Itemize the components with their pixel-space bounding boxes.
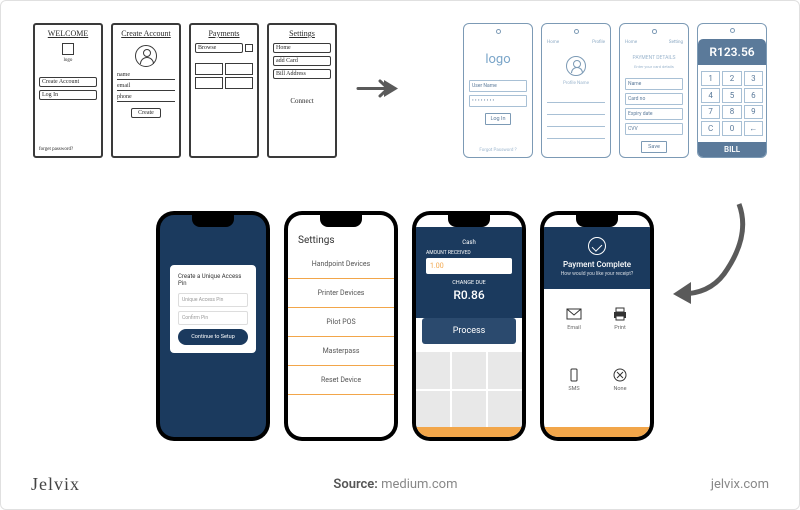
pin-card: Create a Unique Access Pin Unique Access… — [170, 265, 256, 353]
bottom-bar — [416, 427, 522, 437]
receipt-sms: SMS — [566, 368, 582, 409]
key-0: 0 — [722, 121, 741, 136]
key-6: 6 — [744, 88, 763, 103]
sketch-logo-box — [62, 43, 74, 55]
sketch-forgot-link: forget password? — [39, 147, 97, 152]
settings-item: Masterpass — [288, 337, 394, 366]
settings-item: Printer Devices — [288, 279, 394, 308]
settings-item: Reset Device — [288, 366, 394, 395]
key-2: 2 — [722, 71, 741, 86]
wire-amount: R123.56 — [698, 39, 766, 65]
settings-item: Handpoint Devices — [288, 250, 394, 279]
key-7: 7 — [701, 105, 720, 120]
key-9: 9 — [744, 105, 763, 120]
wire-logo: logo — [469, 52, 527, 67]
receipt-email: Email — [566, 307, 582, 348]
phone-mockups-row: Create a Unique Access Pin Unique Access… — [156, 211, 654, 441]
receipt-print: Print — [612, 307, 628, 348]
key-8: 8 — [722, 105, 741, 120]
key-4: 4 — [701, 88, 720, 103]
receipt-none: None — [612, 368, 628, 409]
site-url: jelvix.com — [711, 477, 769, 492]
arrow-right-icon — [356, 76, 401, 101]
sketch-settings: Settings Home add Card Bill Address Conn… — [267, 23, 337, 158]
sketch-btn-create: Create Account — [39, 77, 97, 87]
user-icon — [135, 45, 157, 67]
sketch-payments: Payments Browse — [189, 23, 259, 158]
settings-item: Pilot POS — [288, 308, 394, 337]
phone-icon — [566, 368, 582, 382]
phone-payment-complete: Payment Complete How would you like your… — [540, 211, 654, 441]
key-back: ← — [744, 121, 763, 136]
arrow-curve-icon — [669, 196, 759, 306]
checkmark-icon — [588, 237, 606, 255]
settings-title: Settings — [288, 227, 394, 250]
sketch-btn-login: Log In — [39, 90, 97, 100]
wire-keypad: R123.56 1 2 3 4 5 6 7 8 9 C 0 ← BILL — [697, 23, 767, 158]
search-icon — [245, 44, 253, 52]
phone-speaker-icon — [496, 29, 501, 34]
close-icon — [612, 368, 628, 382]
phone-cash: Cash AMOUNT RECEIVED 1.00 CHANGE DUE R0.… — [412, 211, 526, 441]
key-c: C — [701, 121, 720, 136]
phone-settings: Settings Handpoint Devices Printer Devic… — [284, 211, 398, 441]
email-icon — [566, 307, 582, 321]
brand-logo: Jelvix — [31, 474, 80, 495]
clean-wireframes-row: logo User Name • • • • • • • • Log In Fo… — [463, 23, 767, 158]
wire-profile: HomeProfile Profile Name — [541, 23, 611, 158]
sketch-welcome: WELCOME logo Create Account Log In forge… — [33, 23, 103, 158]
amount-input: 1.00 — [426, 258, 512, 274]
sketch-create-account: Create Account name email phone Create — [111, 23, 181, 158]
printer-icon — [612, 307, 628, 321]
phone-notch — [192, 215, 234, 227]
process-button: Process — [422, 318, 516, 344]
wire-keypad-grid: 1 2 3 4 5 6 7 8 9 C 0 ← — [701, 71, 763, 136]
cash-keypad — [416, 352, 522, 427]
confirm-pin-input: Confirm Pin — [178, 311, 248, 325]
wire-payment-details: HomeSetting PAYMENT DETAILS Enter your c… — [619, 23, 689, 158]
change-value: R0.86 — [426, 288, 512, 308]
wire-login-btn: Log In — [485, 113, 511, 125]
pin-input: Unique Access Pin — [178, 293, 248, 307]
sketch-grid — [195, 63, 253, 89]
wire-login: logo User Name • • • • • • • • Log In Fo… — [463, 23, 533, 158]
wire-bill-btn: BILL — [698, 142, 766, 157]
key-1: 1 — [701, 71, 720, 86]
key-5: 5 — [722, 88, 741, 103]
sketch-title: WELCOME — [39, 29, 97, 38]
phone-create-pin: Create a Unique Access Pin Unique Access… — [156, 211, 270, 441]
avatar-icon — [566, 56, 586, 76]
footer: Jelvix Source: medium.com jelvix.com — [1, 474, 799, 495]
continue-button: Continue to Setup — [178, 329, 248, 345]
sketch-wireframes-row: WELCOME logo Create Account Log In forge… — [33, 23, 337, 158]
key-3: 3 — [744, 71, 763, 86]
